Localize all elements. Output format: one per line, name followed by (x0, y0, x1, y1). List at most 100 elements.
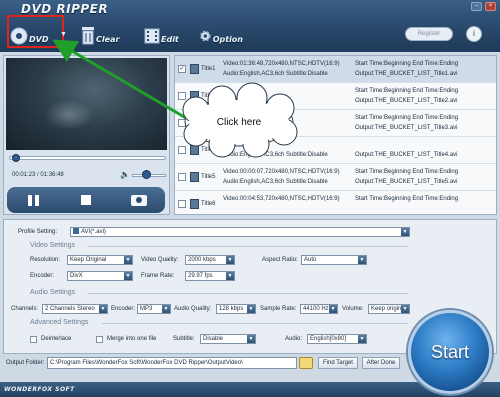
title-video-info: Video:00:04:53,720x480,NTSC,HDTV(16:9) (223, 196, 340, 202)
callout: Click here (185, 97, 293, 147)
minimize-button[interactable]: – (471, 2, 482, 11)
audio-track-select[interactable]: English[0x80] ▼ (307, 334, 367, 344)
divider (102, 323, 408, 324)
highlight-box (7, 15, 64, 48)
subtitle-select[interactable]: Disable ▼ (200, 334, 256, 344)
find-target-button[interactable]: Find Target (318, 357, 358, 369)
start-button[interactable]: Start (408, 310, 492, 394)
audio-settings-header: Audio Settings (30, 289, 76, 296)
title-output-name: Output:THE_BUCKET_LIST_Title2.avi (355, 98, 458, 104)
clear-button[interactable]: Clear (81, 17, 129, 47)
edit-label: Edit (161, 35, 179, 44)
volume-handle[interactable] (142, 170, 151, 179)
encoder-label: Encoder: (30, 273, 55, 279)
audio-encoder-select[interactable]: MP3 ▼ (137, 304, 171, 314)
resolution-label: Resolution: (30, 257, 61, 263)
output-folder-input[interactable]: C:\Program Files\WonderFox Soft\WonderFo… (47, 357, 297, 369)
channels-label: Channels: (11, 306, 39, 312)
profile-select[interactable]: AVI(*.avi) ▼ (70, 227, 410, 237)
title-name: Title1 (201, 66, 216, 72)
merge-checkbox[interactable] (96, 336, 103, 343)
option-label: Option (212, 35, 243, 44)
folder-icon[interactable] (299, 357, 313, 369)
channels-select[interactable]: 2 Channels Stereo ▼ (42, 304, 108, 314)
sample-rate-select[interactable]: 44100 Hz ▼ (300, 304, 338, 314)
title-name: Title5 (201, 174, 216, 180)
video-quality-select[interactable]: 2000 kbps ▼ (185, 255, 235, 265)
info-button[interactable]: i (466, 26, 482, 42)
title-row[interactable]: Title5 Video:00:00:07,720x480,NTSC,HDTV(1… (175, 164, 496, 191)
callout-text: Click here (216, 116, 262, 128)
title-time-range: Start Time:Beginning End Time:Ending (355, 196, 459, 202)
window-controls: – × (471, 2, 496, 11)
video-preview (6, 58, 167, 150)
edit-button[interactable]: Edit (144, 17, 188, 47)
top-toolbar: DVD RIPPER – × DVD ▼ Clear Edit Option R… (0, 0, 500, 52)
title-time-range: Start Time:Beginning End Time:Ending (355, 115, 459, 121)
chevron-down-icon[interactable]: ▼ (60, 31, 67, 38)
pause-button[interactable] (20, 190, 46, 210)
resolution-select[interactable]: Keep Original ▼ (67, 255, 133, 265)
stop-button[interactable] (73, 190, 99, 210)
video-settings-header: Video Settings (30, 242, 76, 249)
title-name: Title6 (201, 201, 216, 207)
option-button[interactable]: Option (199, 17, 243, 47)
title-output-name: Output:THE_BUCKET_LIST_Title1.avi (355, 71, 458, 77)
advanced-settings-header: Advanced Settings (30, 319, 89, 326)
title-video-info: Video:01:36:48,720x480,NTSC,HDTV(16:9) (223, 61, 340, 67)
seek-bar[interactable] (9, 154, 166, 162)
close-button[interactable]: × (485, 2, 496, 11)
audio-quality-label: Audio Quality: (174, 306, 212, 312)
film-edit-icon (144, 28, 160, 44)
film-icon (190, 172, 199, 182)
preview-panel: 00:01:23 / 01:36:48 🔈 (3, 55, 170, 215)
title-row[interactable]: ✓ Title1 Video:01:36:48,720x480,NTSC,HDTV(… (175, 56, 496, 83)
title-audio-info: Audio:English,AC3,6ch Subtitle:Disable (223, 71, 328, 77)
video-format-icon (73, 228, 79, 234)
divider (88, 246, 408, 247)
profile-label: Profile Setting: (18, 229, 58, 235)
volume-label: Volume: (342, 306, 364, 312)
video-quality-label: Video Quality: (141, 257, 179, 263)
title-row[interactable]: Title6 Video:00:04:53,720x480,NTSC,HDTV(1… (175, 191, 496, 214)
deinterlace-label: Deinterlace (41, 336, 72, 342)
after-done-button[interactable]: After Done (362, 357, 400, 369)
dvd-load-button[interactable]: DVD ▼ (7, 15, 68, 48)
seek-handle[interactable] (12, 154, 20, 162)
title-checkbox[interactable]: ✓ (178, 65, 186, 73)
playback-controls (7, 187, 165, 213)
subtitle-label: Subtitle: (173, 336, 195, 342)
title-checkbox[interactable] (178, 146, 186, 154)
title-audio-info: Audio:English,AC3,6ch Subtitle:Disable (223, 152, 328, 158)
audio-track-label: Audio: (285, 336, 303, 342)
volume-icon[interactable]: 🔈 (120, 170, 130, 179)
output-folder-label: Output Folder: (6, 360, 45, 366)
register-button[interactable]: Register (405, 27, 453, 41)
deinterlace-checkbox[interactable] (30, 336, 37, 343)
stop-icon (80, 195, 91, 205)
app-title: DVD RIPPER (21, 2, 109, 16)
title-name: Title4 (201, 147, 216, 153)
divider (88, 293, 408, 294)
volume-select[interactable]: Keep origina ▼ (368, 304, 410, 314)
title-output-name: Output:THE_BUCKET_LIST_Title3.avi (355, 125, 458, 131)
film-icon (190, 64, 199, 74)
brand-logo: WONDERFOX SOFT (4, 386, 75, 393)
title-video-info: Video:00:00:07,720x480,NTSC,HDTV(16:9) (223, 169, 340, 175)
chevron-down-icon: ▼ (401, 228, 409, 236)
title-audio-info: Audio:English,AC3,6ch Subtitle:Disable (223, 179, 328, 185)
gear-icon (200, 30, 211, 42)
sample-rate-label: Sample Rate: (260, 306, 297, 312)
title-checkbox[interactable] (178, 173, 186, 181)
film-icon (190, 199, 199, 209)
encoder-select[interactable]: DivX ▼ (67, 271, 133, 281)
aspect-ratio-select[interactable]: Auto ▼ (301, 255, 367, 265)
audio-encoder-label: Encoder: (111, 306, 136, 312)
title-time-range: Start Time:Beginning End Time:Ending (355, 169, 459, 175)
title-checkbox[interactable] (178, 200, 186, 208)
audio-quality-select[interactable]: 128 kbps ▼ (216, 304, 256, 314)
frame-rate-select[interactable]: 29.97 fps ▼ (185, 271, 235, 281)
snapshot-button[interactable] (126, 190, 152, 210)
pause-icon (27, 194, 39, 206)
title-output-name: Output:THE_BUCKET_LIST_Title5.avi (355, 179, 458, 185)
